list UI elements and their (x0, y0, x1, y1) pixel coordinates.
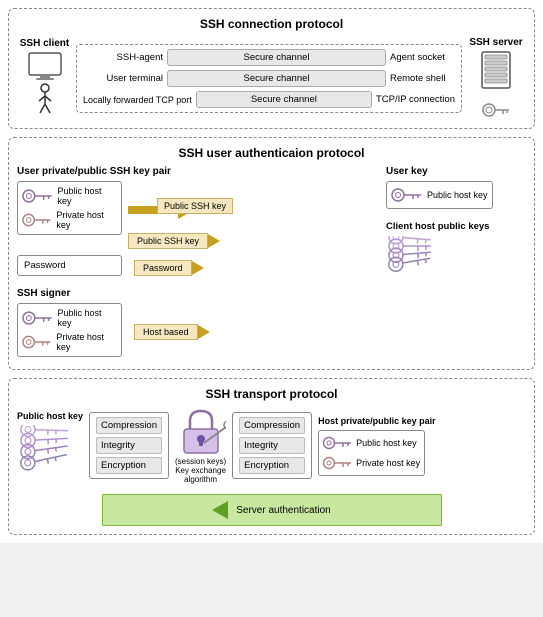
user-key-label: Public host key (427, 190, 488, 200)
lock-icon (176, 407, 226, 457)
s2-right: User key Public host key (386, 166, 526, 361)
section3: SSH transport protocol Public host key (8, 378, 535, 535)
section2-title: SSH user authenticaion protocol (17, 146, 526, 160)
password-box: Password (17, 255, 122, 276)
computer-icon (26, 51, 64, 83)
s2-right-subtitle: User key (386, 166, 526, 177)
server-auth-row: Server authentication (17, 494, 526, 526)
key2-pub-icon (22, 309, 53, 327)
s2-left-subtitle: User private/public SSH key pair (17, 166, 378, 177)
s3-pub-key-label: Public host key (356, 438, 417, 448)
arrow1-label: Public SSH key (157, 198, 233, 214)
s3-priv-key-label: Private host key (356, 458, 420, 468)
row3-left: Locally forwarded TCP port (83, 95, 192, 105)
diagram: SSH connection protocol SSH client (0, 0, 543, 543)
row1-left: SSH-agent (83, 52, 163, 63)
arrow3-arrowhead (198, 325, 210, 339)
s3-right-pair-box: Public host key Private host key (318, 430, 425, 476)
ssh-server-block: SSH server (466, 37, 526, 120)
s3-right-comp-2: Encryption (239, 457, 305, 474)
kp1-pub-label: Public host key (57, 186, 117, 206)
s3-pub-key-icon (323, 435, 353, 451)
server-auth-box: Server authentication (102, 494, 442, 526)
server-key-icon (481, 100, 511, 120)
row2-left: User terminal (83, 73, 163, 84)
section1: SSH connection protocol SSH client (8, 8, 535, 129)
s3-priv-key-icon (323, 455, 353, 471)
row1-right: Agent socket (390, 52, 455, 63)
row3-channel: Secure channel (196, 91, 372, 108)
arrow1-label-box: Public SSH key (128, 233, 208, 249)
keypair2-box: Public host key Private host key (17, 303, 122, 357)
client-label: SSH client (20, 38, 69, 49)
person-icon (31, 83, 59, 119)
user-key-box: Public host key (386, 181, 493, 209)
server-label: SSH server (469, 37, 522, 48)
stacked-keys-svg (386, 236, 456, 296)
row2-channel: Secure channel (167, 70, 386, 87)
server-icon (478, 50, 514, 98)
arrow2-label-box: Password (134, 260, 192, 276)
stacked-keys (386, 236, 456, 291)
ssh-client-block: SSH client (17, 38, 72, 119)
arrow1-label-wrapper: Public SSH key (157, 198, 233, 214)
keypair1-box: Public host key Private host key (17, 181, 122, 235)
row1-channel: Secure channel (167, 49, 386, 66)
server-auth-arrow-head (212, 501, 228, 519)
s3-right-comp-0: Compression (239, 417, 305, 434)
s3-left-comp-box: Compression Integrity Encryption (89, 412, 169, 479)
section3-title: SSH transport protocol (17, 387, 526, 401)
s3-left-comp-0: Compression (96, 417, 162, 434)
proto-row-2: User terminal Secure channel Remote shel… (83, 70, 455, 87)
s3-left-keys: Public host key (17, 411, 83, 480)
key2-priv-icon (22, 333, 52, 351)
client-host-keys-label: Client host public keys (386, 221, 526, 232)
arrow1-arrowhead (208, 234, 220, 248)
s3-right-comp-1: Integrity (239, 437, 305, 454)
s3-right-pair: Host private/public key pair Public host… (318, 416, 436, 476)
s3-left-comp-2: Encryption (96, 457, 162, 474)
server-auth-label: Server authentication (236, 505, 331, 516)
arrow2-arrowhead (192, 261, 204, 275)
section2: SSH user authenticaion protocol User pri… (8, 137, 535, 370)
s3-right-comp-box: Compression Integrity Encryption (232, 412, 312, 479)
arrow3-label-box: Host based (134, 324, 198, 340)
signer-label: SSH signer (17, 288, 378, 299)
password-label: Password (24, 260, 66, 271)
s3-left-keys-label: Public host key (17, 411, 83, 421)
kex-label: (session keys)Key exchangealgorithm (175, 457, 226, 484)
protocol-box: SSH-agent Secure channel Agent socket Us… (76, 44, 462, 113)
kex-block: (session keys)Key exchangealgorithm (175, 407, 226, 484)
kp1-priv-label: Private host key (56, 210, 117, 230)
row2-right: Remote shell (390, 73, 455, 84)
s2-left: User private/public SSH key pair (17, 166, 378, 361)
kp2-pub-label: Public host key (57, 308, 117, 328)
s3-right-pair-title: Host private/public key pair (318, 416, 436, 426)
key1-priv-icon (22, 211, 52, 229)
s3-left-comp-1: Integrity (96, 437, 162, 454)
key1-pub-icon (22, 187, 53, 205)
row3-right: TCP/IP connection (376, 94, 455, 105)
s3-content: Public host key (17, 407, 526, 484)
kp2-priv-label: Private host key (56, 332, 117, 352)
proto-row-3: Locally forwarded TCP port Secure channe… (83, 91, 455, 108)
s3-left-keys-svg (18, 425, 83, 480)
user-key-icon (391, 186, 423, 204)
proto-row-1: SSH-agent Secure channel Agent socket (83, 49, 455, 66)
section1-title: SSH connection protocol (17, 17, 526, 31)
